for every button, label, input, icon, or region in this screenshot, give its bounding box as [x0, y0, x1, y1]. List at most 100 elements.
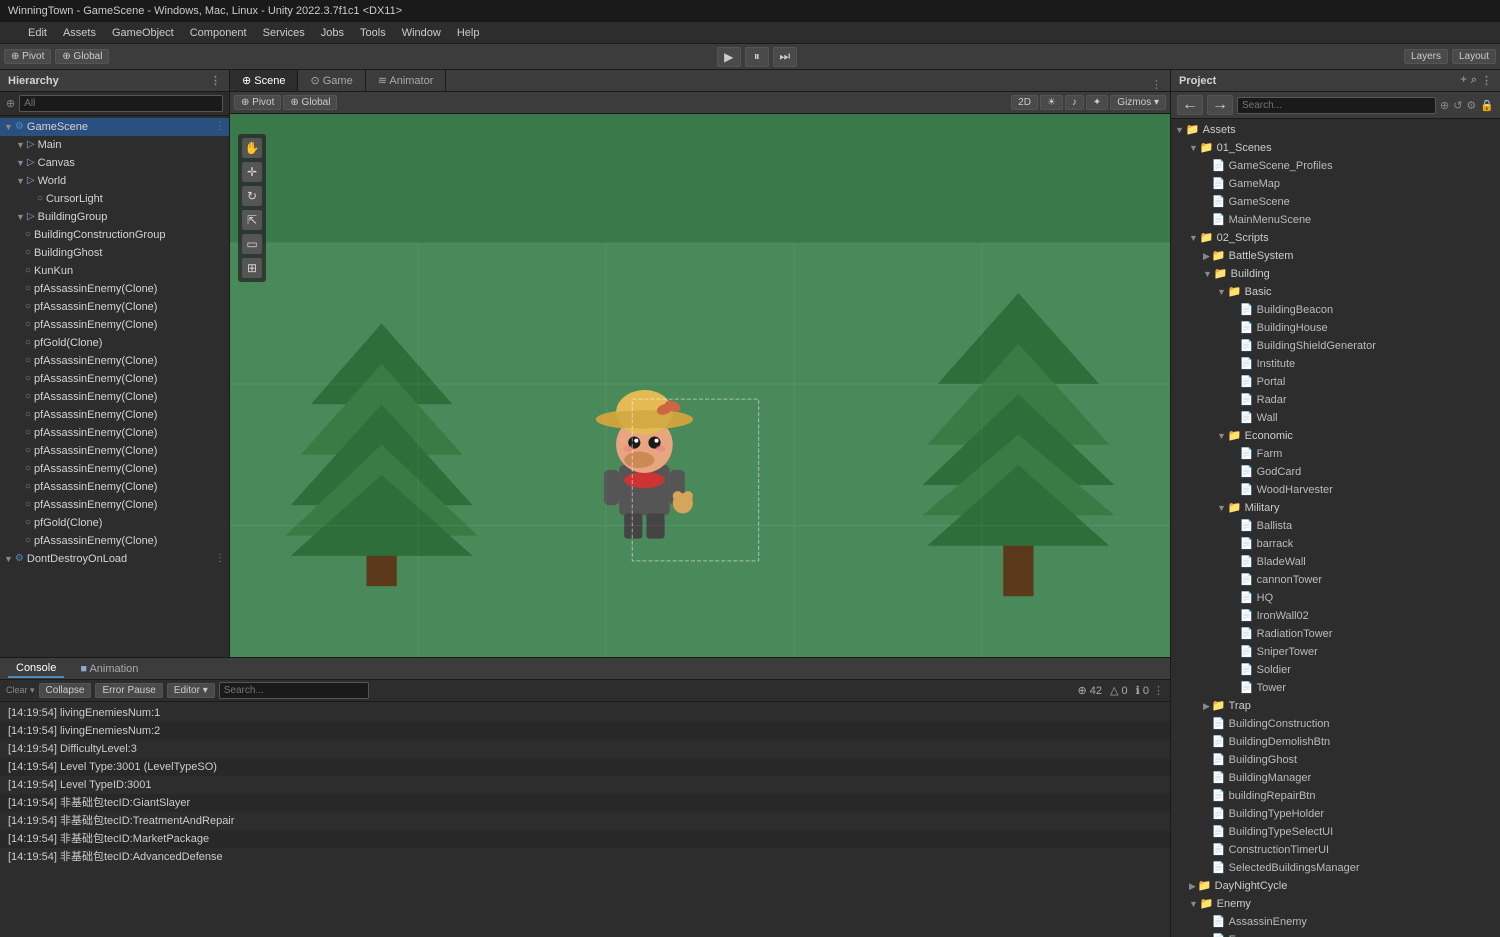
console-message-0[interactable]: [14:19:54] livingEnemiesNum:1 [0, 704, 1170, 722]
project-item-basic[interactable]: ▼ 📁Basic [1171, 283, 1500, 301]
project-item-buildingconstruction[interactable]: ▶ 📄BuildingConstruction [1171, 715, 1500, 733]
hierarchy-item-pfassassin3[interactable]: ▶ ○pfAssassinEnemy(Clone) [0, 316, 229, 334]
hierarchy-item-kunkun[interactable]: ▶ ○KunKun [0, 262, 229, 280]
project-forward-btn[interactable]: → [1207, 95, 1233, 115]
hierarchy-item-pfassassin10[interactable]: ▶ ○pfAssassinEnemy(Clone) [0, 460, 229, 478]
hierarchy-item-pfassassin2[interactable]: ▶ ○pfAssassinEnemy(Clone) [0, 298, 229, 316]
console-message-2[interactable]: [14:19:54] DifficultyLevel:3 [0, 740, 1170, 758]
menu-item-file[interactable] [4, 31, 20, 35]
gizmo-hand-btn[interactable]: ✋ [242, 138, 262, 158]
project-item-buildingtypeholder[interactable]: ▶ 📄BuildingTypeHolder [1171, 805, 1500, 823]
hierarchy-item-cursorlight[interactable]: ▶ ○CursorLight [0, 190, 229, 208]
console-message-1[interactable]: [14:19:54] livingEnemiesNum:2 [0, 722, 1170, 740]
hierarchy-item-buildingghost[interactable]: ▶ ○BuildingGhost [0, 244, 229, 262]
project-add-icon[interactable]: + [1460, 74, 1466, 87]
console-message-7[interactable]: [14:19:54] 非基础包tecID:MarketPackage [0, 830, 1170, 848]
project-filter-icon[interactable]: ⊕ [1440, 99, 1449, 112]
hierarchy-item-pfassassin6[interactable]: ▶ ○pfAssassinEnemy(Clone) [0, 388, 229, 406]
hierarchy-item-main[interactable]: ▼ ▷Main [0, 136, 229, 154]
project-item-institute[interactable]: ▶ 📄Institute [1171, 355, 1500, 373]
project-item-gamescene_file[interactable]: ▶ 📄GameScene [1171, 193, 1500, 211]
hierarchy-item-pfassassin4[interactable]: ▶ ○pfAssassinEnemy(Clone) [0, 352, 229, 370]
hierarchy-item-pfassassin12[interactable]: ▶ ○pfAssassinEnemy(Clone) [0, 496, 229, 514]
project-item-snipertower[interactable]: ▶ 📄SniperTower [1171, 643, 1500, 661]
project-search-input[interactable] [1237, 97, 1436, 114]
console-message-4[interactable]: [14:19:54] Level TypeID:3001 [0, 776, 1170, 794]
project-item-gamescene_profiles[interactable]: ▶ 📄GameScene_Profiles [1171, 157, 1500, 175]
project-item-ballista[interactable]: ▶ 📄Ballista [1171, 517, 1500, 535]
tab-animator[interactable]: ≋ Animator [366, 70, 447, 91]
hierarchy-item-buildinggroup[interactable]: ▼ ▷BuildingGroup [0, 208, 229, 226]
project-item-buildingshieldgenerator[interactable]: ▶ 📄BuildingShieldGenerator [1171, 337, 1500, 355]
project-item-trap[interactable]: ▶ 📁Trap [1171, 697, 1500, 715]
project-item-farm[interactable]: ▶ 📄Farm [1171, 445, 1500, 463]
project-item-portal[interactable]: ▶ 📄Portal [1171, 373, 1500, 391]
project-item-mainmenuscene[interactable]: ▶ 📄MainMenuScene [1171, 211, 1500, 229]
toolbar-layers-btn[interactable]: Layers [1404, 49, 1448, 64]
project-item-building_folder[interactable]: ▼ 📁Building [1171, 265, 1500, 283]
console-tab-console[interactable]: Console [8, 660, 64, 678]
hierarchy-lock-icon[interactable]: ⋮ [210, 74, 221, 87]
hierarchy-item-canvas[interactable]: ▼ ▷Canvas [0, 154, 229, 172]
project-search-icon[interactable]: ⌕ [1471, 74, 1477, 87]
project-item-hq[interactable]: ▶ 📄HQ [1171, 589, 1500, 607]
project-item-godcard[interactable]: ▶ 📄GodCard [1171, 463, 1500, 481]
hierarchy-item-world[interactable]: ▼ ▷World [0, 172, 229, 190]
hierarchy-item-pfassassin5[interactable]: ▶ ○pfAssassinEnemy(Clone) [0, 370, 229, 388]
console-more-icon[interactable]: ⋮ [1153, 684, 1164, 697]
hierarchy-item-pfgold1[interactable]: ▶ ○pfGold(Clone) [0, 334, 229, 352]
scene-2d-btn[interactable]: 2D [1011, 95, 1038, 110]
project-item-radar[interactable]: ▶ 📄Radar [1171, 391, 1500, 409]
project-item-02scripts[interactable]: ▼ 📁02_Scripts [1171, 229, 1500, 247]
console-message-5[interactable]: [14:19:54] 非基础包tecID:GiantSlayer [0, 794, 1170, 812]
scene-gizmos-btn[interactable]: Gizmos ▾ [1110, 95, 1166, 110]
scene-pivot-btn[interactable]: ⊕ Pivot [234, 95, 281, 110]
console-message-3[interactable]: [14:19:54] Level Type:3001 (LevelTypeSO) [0, 758, 1170, 776]
hierarchy-search-input[interactable] [19, 95, 223, 112]
menu-item-window[interactable]: Window [394, 25, 449, 41]
project-item-buildingmanager[interactable]: ▶ 📄BuildingManager [1171, 769, 1500, 787]
project-item-bladewall[interactable]: ▶ 📄BladeWall [1171, 553, 1500, 571]
project-more-icon[interactable]: ⋮ [1481, 74, 1492, 87]
project-item-military[interactable]: ▼ 📁Military [1171, 499, 1500, 517]
project-item-constructiontimerrui[interactable]: ▶ 📄ConstructionTimerUI [1171, 841, 1500, 859]
menu-item-component[interactable]: Component [182, 25, 255, 41]
console-message-8[interactable]: [14:19:54] 非基础包tecID:AdvancedDefense [0, 848, 1170, 866]
menu-item-assets[interactable]: Assets [55, 25, 104, 41]
scene-light-btn[interactable]: ☀ [1040, 95, 1063, 110]
error-pause-btn[interactable]: Error Pause [95, 683, 162, 698]
scene-audio-btn[interactable]: ♪ [1065, 95, 1084, 110]
project-lock-icon[interactable]: 🔒 [1480, 99, 1494, 112]
hierarchy-item-pfassassin13[interactable]: ▶ ○pfAssassinEnemy(Clone) [0, 532, 229, 550]
project-item-buildingbeacon[interactable]: ▶ 📄BuildingBeacon [1171, 301, 1500, 319]
hierarchy-item-pfassassin7[interactable]: ▶ ○pfAssassinEnemy(Clone) [0, 406, 229, 424]
menu-item-jobs[interactable]: Jobs [313, 25, 352, 41]
gizmo-all-btn[interactable]: ⊞ [242, 258, 262, 278]
toolbar-layout-btn[interactable]: Layout [1452, 49, 1496, 64]
hierarchy-item-more[interactable]: ⋮ [215, 551, 225, 567]
project-item-buildingrepairbtn[interactable]: ▶ 📄buildingRepairBtn [1171, 787, 1500, 805]
hierarchy-item-pfassassin11[interactable]: ▶ ○pfAssassinEnemy(Clone) [0, 478, 229, 496]
hierarchy-item-pfassassin1[interactable]: ▶ ○pfAssassinEnemy(Clone) [0, 280, 229, 298]
project-item-daynightcycle[interactable]: ▶ 📁DayNightCycle [1171, 877, 1500, 895]
hierarchy-item-pfgold2[interactable]: ▶ ○pfGold(Clone) [0, 514, 229, 532]
project-item-cannontower[interactable]: ▶ 📄cannonTower [1171, 571, 1500, 589]
gizmo-move-btn[interactable]: ✛ [242, 162, 262, 182]
menu-item-tools[interactable]: Tools [352, 25, 394, 41]
project-item-buildingdemolishbtn[interactable]: ▶ 📄BuildingDemolishBtn [1171, 733, 1500, 751]
project-item-gamemap[interactable]: ▶ 📄GameMap [1171, 175, 1500, 193]
step-button[interactable]: ⏭ [773, 47, 797, 67]
hierarchy-item-gamescene[interactable]: ▼ ⚙GameScene⋮ [0, 118, 229, 136]
project-item-ironwall02[interactable]: ▶ 📄IronWall02 [1171, 607, 1500, 625]
console-search-input[interactable] [219, 682, 369, 699]
hierarchy-item-buildingconstructiongroup[interactable]: ▶ ○BuildingConstructionGroup [0, 226, 229, 244]
gizmo-rect-btn[interactable]: ▭ [242, 234, 262, 254]
hierarchy-item-pfassassin8[interactable]: ▶ ○pfAssassinEnemy(Clone) [0, 424, 229, 442]
project-item-selectedbuildingsmanager[interactable]: ▶ 📄SelectedBuildingsManager [1171, 859, 1500, 877]
project-item-enemy_file[interactable]: ▶ 📄Enemy [1171, 931, 1500, 937]
toolbar-global-btn[interactable]: ⊕ Global [55, 49, 109, 64]
console-tab-animation[interactable]: ■ Animation [72, 661, 146, 677]
hierarchy-item-dontdestroyonload[interactable]: ▼ ⚙DontDestroyOnLoad⋮ [0, 550, 229, 568]
menu-item-edit[interactable]: Edit [20, 25, 55, 41]
gizmo-rotate-btn[interactable]: ↻ [242, 186, 262, 206]
